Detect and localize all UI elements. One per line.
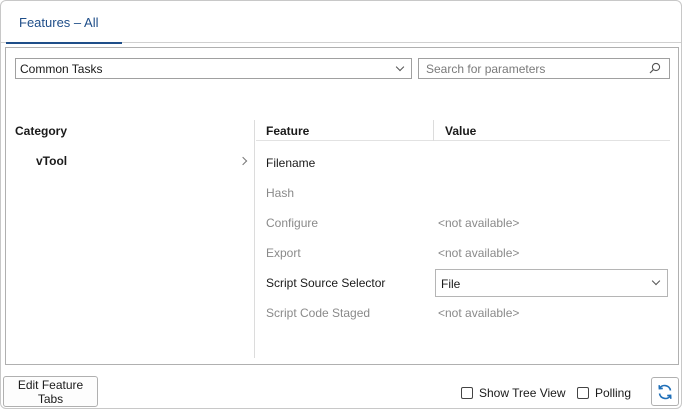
tab-label: Features – All (19, 15, 99, 30)
feature-name: Configure (266, 216, 319, 230)
feature-name: Filename (266, 156, 316, 170)
feature-value: <not available> (438, 306, 520, 320)
task-select[interactable]: Common Tasks (15, 58, 412, 79)
header-divider (256, 140, 670, 141)
active-tab-indicator (6, 42, 122, 44)
feature-column-header: Feature (266, 124, 310, 138)
search-icon[interactable] (649, 62, 661, 74)
feature-row-script-code-staged: Script Code Staged <not available> (266, 298, 670, 328)
feature-row-hash: Hash (266, 178, 670, 208)
feature-name: Script Code Staged (266, 306, 371, 320)
feature-row-export: Export <not available> (266, 238, 670, 268)
script-source-value: File (441, 277, 461, 291)
feature-name: Script Source Selector (266, 276, 386, 290)
chevron-down-icon (651, 276, 661, 286)
feature-name: Export (266, 246, 301, 260)
tab-bar: Features – All (1, 1, 681, 44)
feature-row-filename[interactable]: Filename (266, 148, 670, 178)
edit-feature-tabs-button[interactable]: Edit Feature Tabs (3, 376, 98, 407)
feature-row-configure: Configure <not available> (266, 208, 670, 238)
search-box (418, 58, 670, 79)
feature-name: Hash (266, 186, 295, 200)
checkbox-box[interactable] (461, 387, 473, 399)
tab-features-all[interactable]: Features – All (6, 1, 122, 44)
show-tree-view-checkbox[interactable]: Show Tree View (461, 385, 566, 401)
feature-value: <not available> (438, 246, 520, 260)
chevron-right-icon (238, 156, 248, 166)
features-window: Features – All Common Tasks Category Fea… (0, 0, 682, 409)
features-panel: Common Tasks Category Feature Value vToo… (5, 47, 679, 365)
feature-row-script-source-selector: Script Source Selector File (266, 268, 670, 298)
category-splitter[interactable] (254, 120, 255, 358)
category-item-vtool[interactable]: vTool (36, 154, 252, 172)
feature-value: <not available> (438, 216, 520, 230)
script-source-select[interactable]: File (435, 269, 668, 297)
column-splitter[interactable] (433, 120, 434, 141)
chevron-down-icon (395, 62, 405, 72)
category-column-header: Category (15, 124, 68, 138)
category-item-label: vTool (36, 154, 68, 168)
polling-checkbox[interactable]: Polling (577, 385, 631, 401)
task-select-value: Common Tasks (20, 62, 103, 76)
checkbox-label: Show Tree View (479, 386, 566, 400)
refresh-button[interactable] (651, 377, 679, 406)
search-input[interactable] (419, 59, 644, 78)
refresh-icon (658, 384, 672, 399)
checkbox-label: Polling (595, 386, 632, 400)
checkbox-box[interactable] (577, 387, 589, 399)
value-column-header: Value (445, 124, 477, 138)
